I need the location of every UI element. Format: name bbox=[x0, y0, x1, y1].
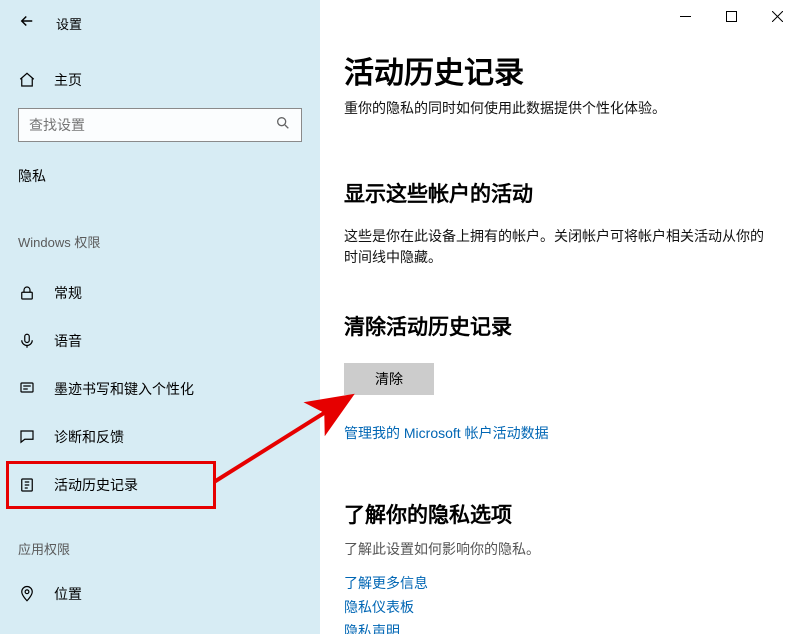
section-accounts-title: 显示这些帐户的活动 bbox=[344, 178, 800, 208]
nav-activity-history[interactable]: 活动历史记录 bbox=[6, 461, 216, 509]
location-icon bbox=[18, 585, 36, 603]
search-icon bbox=[275, 115, 291, 136]
section-windows-permissions: Windows 权限 bbox=[0, 232, 320, 251]
feedback-icon bbox=[18, 428, 36, 446]
privacy-dashboard-link[interactable]: 隐私仪表板 bbox=[344, 597, 800, 617]
nav-home[interactable]: 主页 bbox=[0, 56, 320, 104]
intro-text: 重你的隐私的同时如何使用此数据提供个性化体验。 bbox=[344, 98, 764, 118]
lock-icon bbox=[18, 284, 36, 302]
nav-app-permissions: 位置 bbox=[0, 570, 320, 618]
nav-inking-label: 墨迹书写和键入个性化 bbox=[54, 379, 194, 399]
nav-general[interactable]: 常规 bbox=[0, 269, 320, 317]
activity-history-icon bbox=[18, 476, 36, 494]
nav-inking[interactable]: 墨迹书写和键入个性化 bbox=[0, 365, 320, 413]
section-clear-title: 清除活动历史记录 bbox=[344, 311, 800, 341]
learn-more-link[interactable]: 了解更多信息 bbox=[344, 573, 800, 593]
section-app-permissions: 应用权限 bbox=[0, 539, 320, 558]
page-title: 活动历史记录 bbox=[344, 48, 800, 92]
section-privacy-options-desc: 了解此设置如何影响你的隐私。 bbox=[344, 539, 764, 559]
nav-permissions: 常规 语音 墨迹书写和键入个性化 诊断和反馈 bbox=[0, 269, 320, 509]
close-button[interactable] bbox=[754, 0, 800, 32]
nav-diagnostics[interactable]: 诊断和反馈 bbox=[0, 413, 320, 461]
search-input[interactable] bbox=[29, 117, 269, 133]
microphone-icon bbox=[18, 332, 36, 350]
nav-general-label: 常规 bbox=[54, 283, 82, 303]
manage-microsoft-activity-link[interactable]: 管理我的 Microsoft 帐户活动数据 bbox=[344, 423, 800, 443]
nav-speech-label: 语音 bbox=[54, 331, 82, 351]
clear-button[interactable]: 清除 bbox=[344, 363, 434, 395]
home-icon bbox=[18, 71, 36, 89]
maximize-button[interactable] bbox=[708, 0, 754, 32]
section-privacy-options-title: 了解你的隐私选项 bbox=[344, 499, 800, 529]
nav-activity-history-label: 活动历史记录 bbox=[54, 475, 138, 495]
nav-location-label: 位置 bbox=[54, 584, 82, 604]
section-privacy: 隐私 bbox=[0, 166, 320, 186]
window-controls bbox=[662, 0, 800, 32]
minimize-button[interactable] bbox=[662, 0, 708, 32]
search-box[interactable] bbox=[18, 108, 302, 142]
section-accounts-desc: 这些是你在此设备上拥有的帐户。关闭帐户可将帐户相关活动从你的时间线中隐藏。 bbox=[344, 226, 764, 267]
privacy-statement-link[interactable]: 隐私声明 bbox=[344, 621, 800, 634]
nav-diagnostics-label: 诊断和反馈 bbox=[54, 427, 124, 447]
nav-home-label: 主页 bbox=[54, 70, 82, 90]
nav-location[interactable]: 位置 bbox=[0, 570, 320, 618]
settings-sidebar: 设置 主页 隐私 Windows 权限 常规 bbox=[0, 0, 320, 634]
back-icon[interactable] bbox=[18, 12, 36, 35]
content-pane: 活动历史记录 重你的隐私的同时如何使用此数据提供个性化体验。 显示这些帐户的活动… bbox=[320, 0, 800, 634]
window-title: 设置 bbox=[56, 14, 82, 33]
nav-speech[interactable]: 语音 bbox=[0, 317, 320, 365]
inking-icon bbox=[18, 380, 36, 398]
